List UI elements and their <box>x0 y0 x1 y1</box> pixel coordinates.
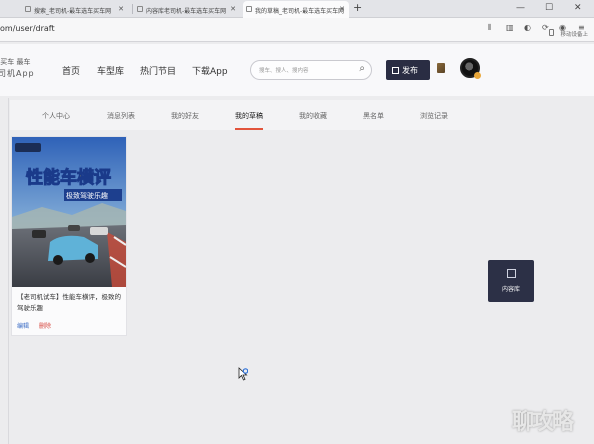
edit-icon <box>392 67 399 74</box>
avatar-badge <box>474 72 481 79</box>
mobile-bookmarks-icon <box>549 29 554 36</box>
thumbnail-subtitle: 极致驾驶乐趣 <box>66 191 108 200</box>
url-field[interactable]: om/user/draft <box>0 24 55 33</box>
content-library-button[interactable]: 内容库 <box>488 260 534 302</box>
search-box[interactable]: 搜车、搜人、搜内容 ⌕ <box>250 60 372 80</box>
sync-icon[interactable]: ⟳ <box>542 23 549 32</box>
draft-thumbnail[interactable]: 性能车横评 极致驾驶乐趣 <box>12 137 126 287</box>
content-library-label: 内容库 <box>501 286 520 293</box>
user-center-tabs: 个人中心 消息列表 我的好友 我的草稿 我的收藏 黑名单 浏览记录 <box>10 100 480 130</box>
tab-friends[interactable]: 我的好友 <box>171 111 199 121</box>
tab-personal-center[interactable]: 个人中心 <box>42 111 70 121</box>
close-icon[interactable]: ✕ <box>230 5 236 13</box>
nav-download-app[interactable]: 下载App <box>192 64 228 77</box>
left-divider <box>8 98 9 444</box>
library-icon[interactable]: ⫴ <box>488 23 491 33</box>
watermark-logo: 聊攻略 <box>512 410 574 435</box>
maximize-icon[interactable]: ☐ <box>545 3 553 13</box>
browser-tab-label: 内容库老司机-最车选车买车网 <box>146 8 227 15</box>
library-box-icon <box>507 269 516 278</box>
delete-draft-link[interactable]: 删除 <box>39 321 51 330</box>
close-icon[interactable]: ✕ <box>339 5 345 13</box>
tab-favicon-icon <box>246 6 252 12</box>
tab-divider <box>132 4 133 14</box>
tab-messages[interactable]: 消息列表 <box>107 111 135 121</box>
browser-tab-library[interactable]: 内容库老司机-最车选车买车网 ✕ <box>134 1 240 18</box>
minimize-icon[interactable]: — <box>516 3 525 13</box>
browser-tab-drafts[interactable]: 我的草稿_老司机-最车选车买车网 ✕ <box>243 1 349 18</box>
nav-hot-shows[interactable]: 热门节目 <box>140 64 176 77</box>
close-icon[interactable]: ✕ <box>118 5 124 13</box>
browser-tab-label: 我的草稿_老司机-最车选车买车网 <box>255 8 345 15</box>
tab-favicon-icon <box>25 6 31 12</box>
mouse-cursor-icon <box>238 367 248 381</box>
search-input[interactable]: 搜车、搜人、搜内容 <box>259 66 309 74</box>
gift-icon[interactable] <box>437 63 445 73</box>
browser-tab-strip: 搜索_老司机-最车选车买车网 ✕ 内容库老司机-最车选车买车网 ✕ 我的草稿_老… <box>0 0 594 18</box>
thumbnail-title: 性能车横评 <box>26 167 111 188</box>
search-icon[interactable]: ⌕ <box>359 63 365 74</box>
site-header: ·买车 最车 司机App 首页 车型库 热门节目 下载App 搜车、搜人、搜内容… <box>0 44 594 96</box>
mobile-bookmarks-link[interactable]: 移动设备上 <box>560 30 588 38</box>
site-logo[interactable]: ·买车 最车 司机App <box>0 57 35 79</box>
window-close-icon[interactable]: ✕ <box>574 3 582 13</box>
browser-tab-label: 搜索_老司机-最车选车买车网 <box>34 8 112 15</box>
tab-favorites[interactable]: 我的收藏 <box>299 111 327 121</box>
edit-draft-link[interactable]: 编辑 <box>17 321 29 330</box>
publish-button[interactable]: 发布 <box>386 60 430 80</box>
address-bar-row: om/user/draft ⫴ ▥ ◐ ⟳ ◉ ≡ <box>0 18 594 42</box>
new-tab-button[interactable]: + <box>353 1 362 14</box>
draft-card[interactable]: 性能车横评 极致驾驶乐趣 【老司机试车】性能车横评，极致的驾驶乐趣 编辑 删除 <box>11 136 127 336</box>
thumbnail-image: 性能车横评 极致驾驶乐趣 <box>12 137 126 287</box>
sidebar-icon[interactable]: ▥ <box>506 23 514 32</box>
extension-icon[interactable]: ◐ <box>524 23 531 32</box>
tab-favicon-icon <box>137 6 143 12</box>
tab-history[interactable]: 浏览记录 <box>420 111 448 121</box>
logo-line-1: ·买车 最车 <box>0 58 31 66</box>
nav-home[interactable]: 首页 <box>62 64 80 77</box>
logo-line-2: 司机App <box>0 69 35 78</box>
publish-label: 发布 <box>402 66 418 75</box>
tab-my-drafts[interactable]: 我的草稿 <box>235 111 263 130</box>
browser-tab-search[interactable]: 搜索_老司机-最车选车买车网 ✕ <box>22 1 128 18</box>
tab-blacklist[interactable]: 黑名单 <box>363 111 384 121</box>
nav-car-models[interactable]: 车型库 <box>97 64 124 77</box>
draft-title[interactable]: 【老司机试车】性能车横评，极致的驾驶乐趣 <box>17 292 123 314</box>
